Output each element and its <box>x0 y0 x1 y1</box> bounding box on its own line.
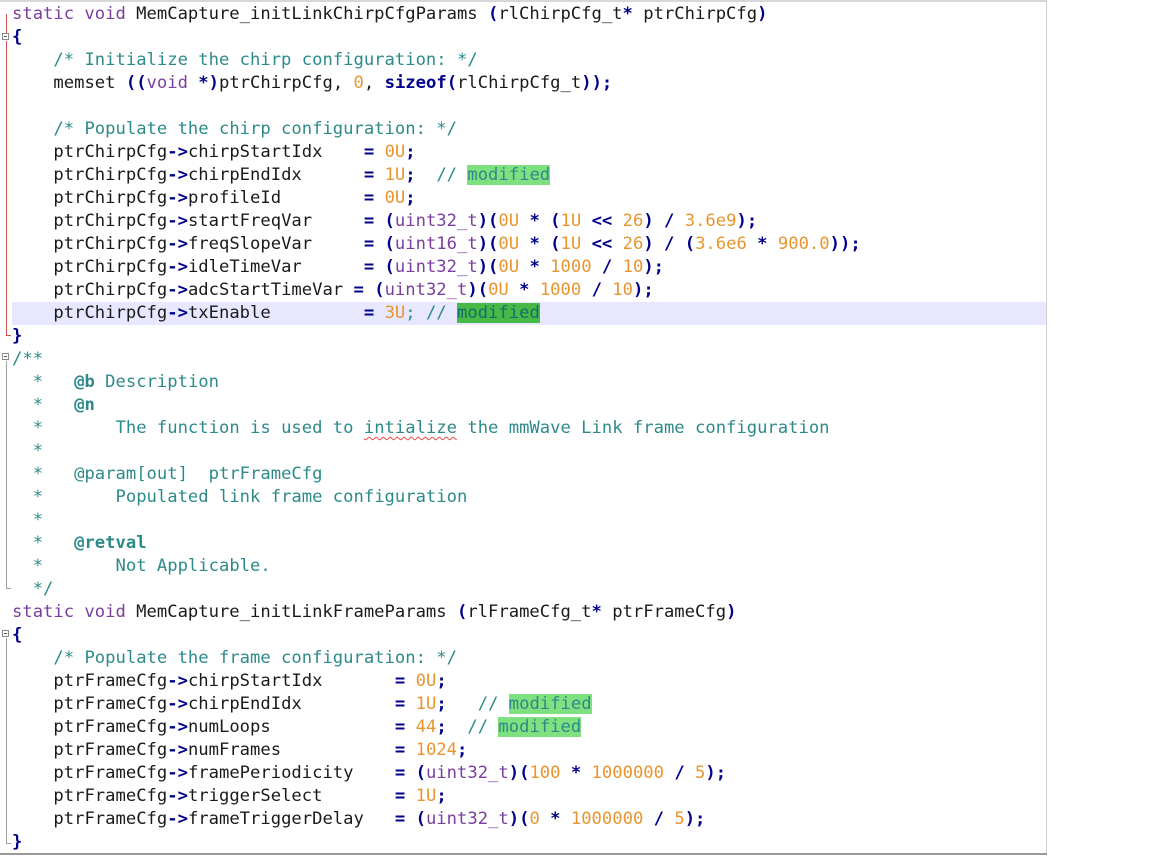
code-line-doc-retval[interactable]: * @retval <box>12 532 147 555</box>
code-line-frame-trigger-delay[interactable]: ptrFrameCfg->frameTriggerDelay = (uint32… <box>12 808 705 831</box>
code-line-close-brace[interactable]: } <box>12 831 22 854</box>
code-line-frame-periodicity[interactable]: ptrFrameCfg->framePeriodicity = (uint32_… <box>12 762 726 785</box>
code-line-freq-slope-var[interactable]: ptrChirpCfg->freqSlopeVar = (uint16_t)(0… <box>12 233 860 256</box>
code-line-frame-chirp-start-idx[interactable]: ptrFrameCfg->chirpStartIdx = 0U; <box>12 670 446 693</box>
code-line-idle-time-var[interactable]: ptrChirpCfg->idleTimeVar = (uint32_t)(0U… <box>12 256 664 279</box>
code-line-memset[interactable]: memset ((void *)ptrChirpCfg, 0, sizeof(r… <box>12 72 612 95</box>
code-line-doc-n[interactable]: * @n <box>12 394 95 417</box>
code-line-doc-param-desc[interactable]: * Populated link frame configuration <box>12 486 468 509</box>
code-line-comment[interactable]: /* Initialize the chirp configuration: *… <box>12 49 477 72</box>
code-line-fn1-signature[interactable]: static void MemCapture_initLinkChirpCfgP… <box>12 3 767 26</box>
code-line-fn2-signature[interactable]: static void MemCapture_initLinkFramePara… <box>12 601 736 624</box>
highlighted-word: modified <box>467 165 551 185</box>
editor-top-border <box>0 0 1047 2</box>
fold-line <box>6 638 7 843</box>
fold-toggle-icon[interactable] <box>2 353 9 360</box>
spelling-error-word: intialize <box>363 418 457 438</box>
code-line-frame-num-loops[interactable]: ptrFrameCfg->numLoops = 44; // modified <box>12 716 582 739</box>
fold-toggle-icon[interactable] <box>2 630 9 637</box>
editor-bottom-border <box>0 853 1047 855</box>
code-line-doc-desc-text[interactable]: * The function is used to intialize the … <box>12 417 830 440</box>
code-line-doc-blank[interactable]: * <box>12 440 43 463</box>
code-line-start-freq-var[interactable]: ptrChirpCfg->startFreqVar = (uint32_t)(0… <box>12 210 757 233</box>
code-line-profile-id[interactable]: ptrChirpCfg->profileId = 0U; <box>12 187 415 210</box>
code-line-doc-param[interactable]: * @param[out] ptrFrameCfg <box>12 463 323 486</box>
code-line-doc-blank[interactable]: * <box>12 509 43 532</box>
code-line-tx-enable-current[interactable]: ptrChirpCfg->txEnable = 3U; // modified <box>12 302 1046 325</box>
fold-gutter <box>0 0 12 857</box>
change-bar <box>6 41 7 335</box>
code-line-frame-trigger-select[interactable]: ptrFrameCfg->triggerSelect = 1U; <box>12 785 446 808</box>
code-line-frame-num-frames[interactable]: ptrFrameCfg->numFrames = 1024; <box>12 739 467 762</box>
fold-end-marker <box>6 588 11 589</box>
code-line-frame-chirp-end-idx[interactable]: ptrFrameCfg->chirpEndIdx = 1U; // modifi… <box>12 693 592 716</box>
code-line-comment[interactable]: /* Populate the frame configuration: */ <box>12 647 457 670</box>
fold-end-marker <box>6 843 11 844</box>
code-line-chirp-start-idx[interactable]: ptrChirpCfg->chirpStartIdx = 0U; <box>12 141 415 164</box>
code-line-chirp-end-idx[interactable]: ptrChirpCfg->chirpEndIdx = 1U; // modifi… <box>12 164 551 187</box>
code-editor[interactable]: static void MemCapture_initLinkChirpCfgP… <box>0 0 1047 857</box>
editor-right-border <box>1046 0 1047 855</box>
code-line-adc-start-time-var[interactable]: ptrChirpCfg->adcStartTimeVar = (uint32_t… <box>12 279 653 302</box>
highlighted-word: modified <box>498 717 582 737</box>
code-line-comment[interactable]: /* Populate the chirp configuration: */ <box>12 118 457 141</box>
fold-toggle-icon[interactable] <box>2 33 9 40</box>
fold-line <box>6 361 7 588</box>
code-line-doc-open[interactable]: /** <box>12 348 43 371</box>
code-line-doc-retval-desc[interactable]: * Not Applicable. <box>12 555 271 578</box>
highlighted-word: modified <box>457 303 540 323</box>
code-line-doc-description[interactable]: * @b Description <box>12 371 219 394</box>
highlighted-word: modified <box>508 694 592 714</box>
fold-end-marker <box>6 335 11 336</box>
code-line-doc-close[interactable]: */ <box>12 578 54 601</box>
code-line-open-brace[interactable]: { <box>12 26 22 49</box>
code-line-close-brace[interactable]: } <box>12 325 22 348</box>
code-line-open-brace[interactable]: { <box>12 624 22 647</box>
